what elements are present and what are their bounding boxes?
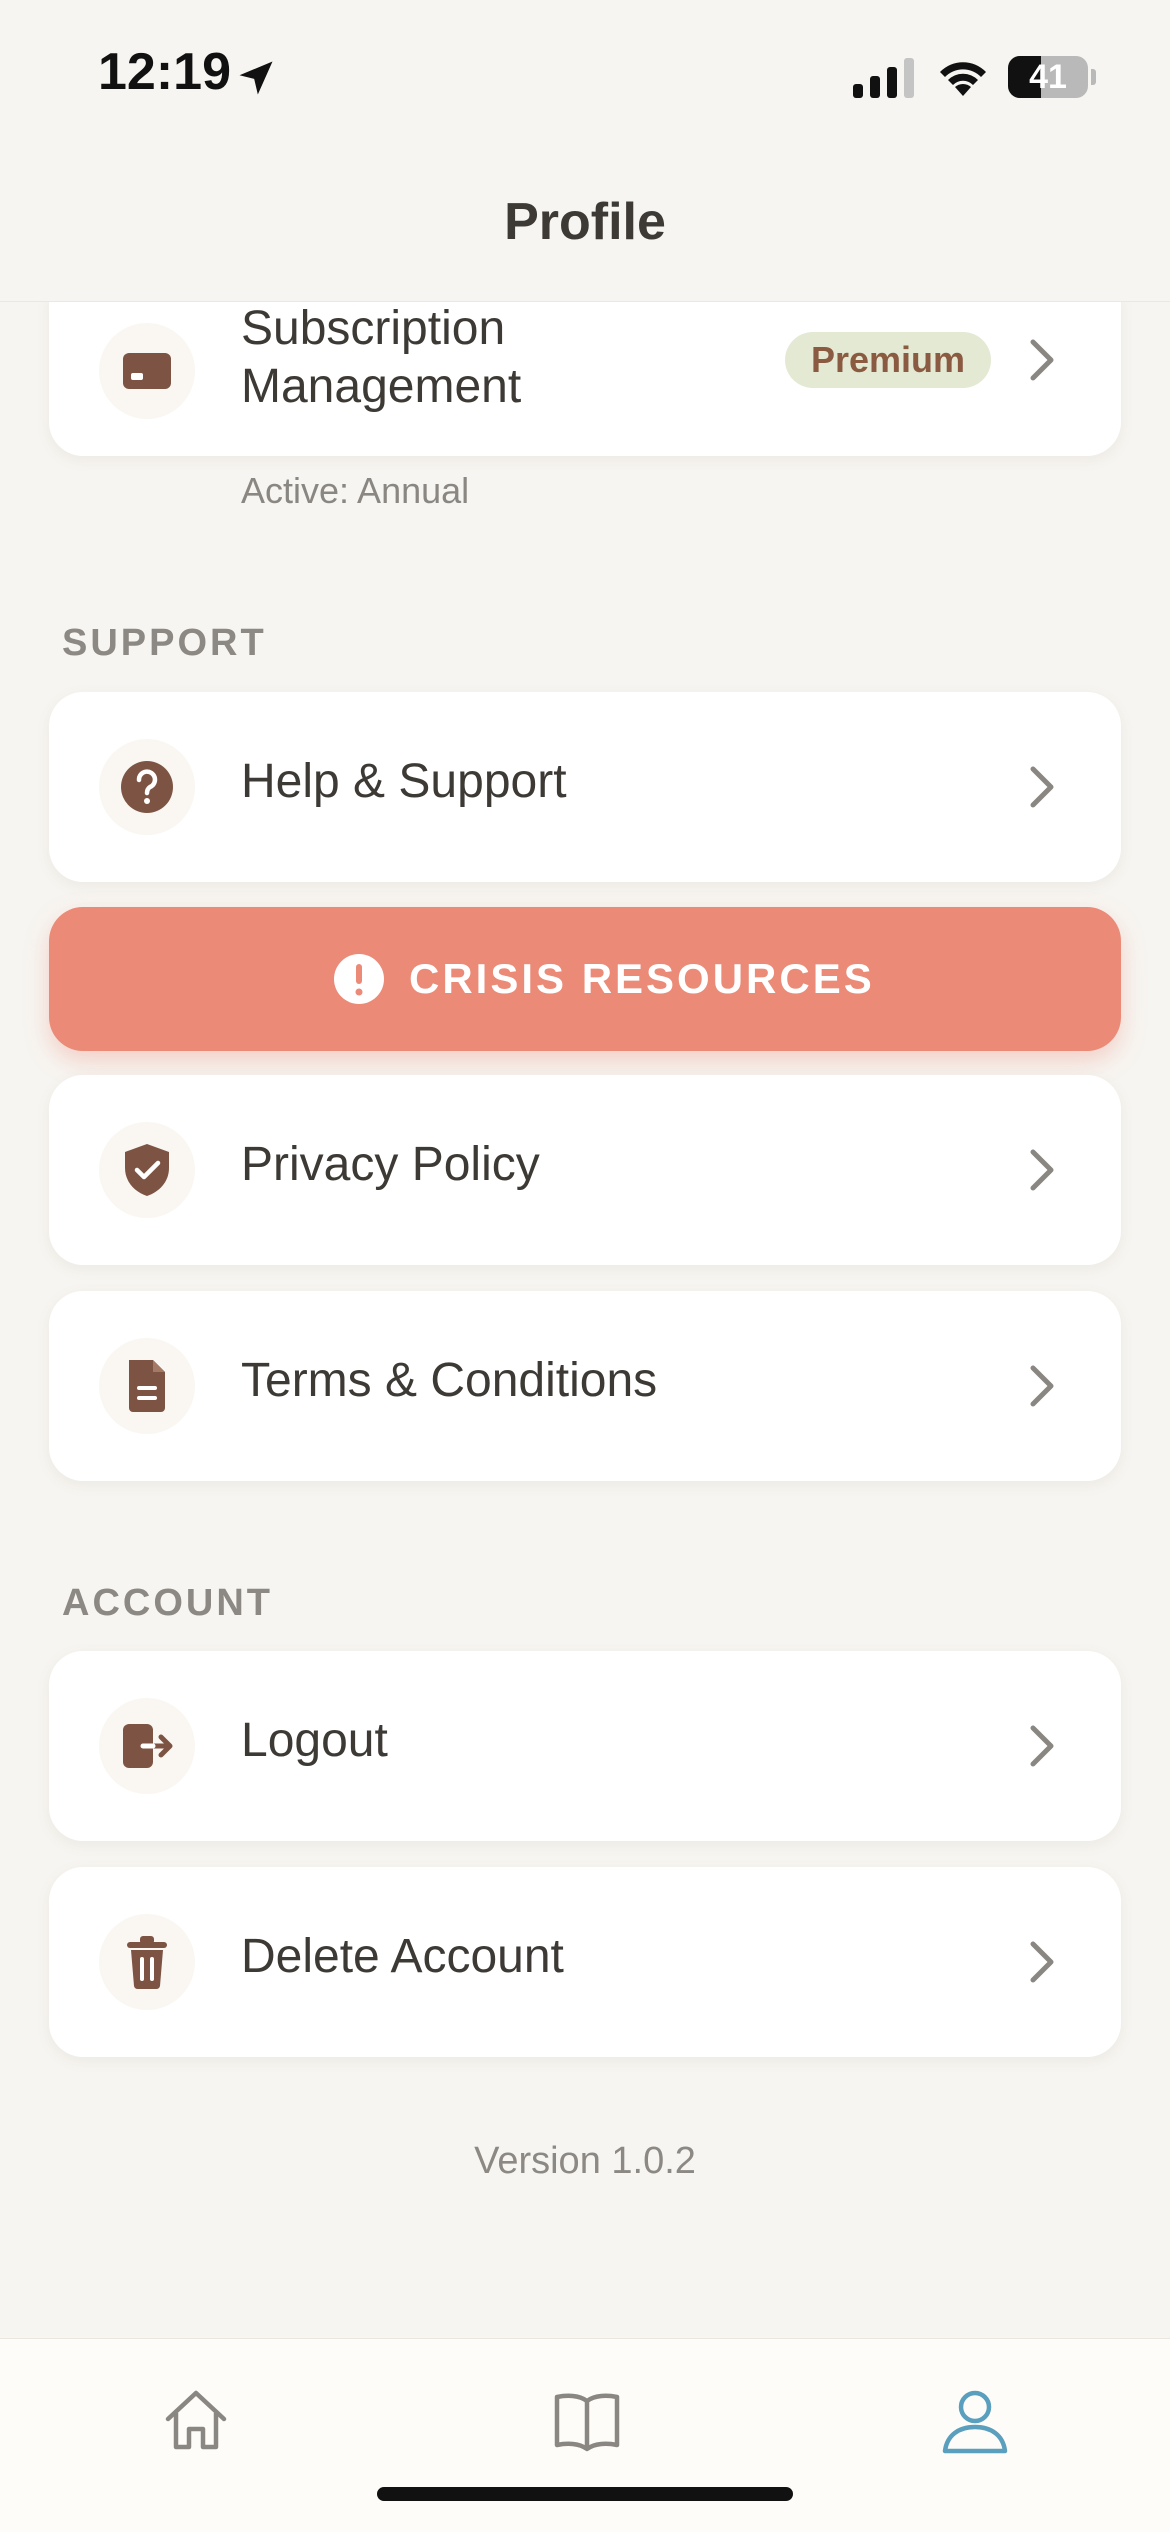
premium-badge: Premium — [785, 332, 992, 388]
subscription-icon-wrap — [99, 323, 195, 419]
user-icon — [942, 2390, 1008, 2454]
tab-home[interactable] — [134, 2359, 254, 2479]
chevron-right-icon — [1030, 1725, 1054, 1767]
status-time: 12:19 — [98, 43, 231, 101]
wifi-icon — [940, 62, 986, 96]
tab-bar — [0, 2338, 1170, 2532]
privacy-policy-item[interactable]: Privacy Policy — [49, 1075, 1121, 1265]
chevron-right-icon — [1030, 766, 1054, 808]
section-label-account: ACCOUNT — [62, 1582, 273, 1624]
alert-circle-icon — [334, 954, 384, 1004]
document-icon — [129, 1360, 165, 1412]
chevron-right-icon — [1030, 1149, 1054, 1191]
subscription-label: Subscription Management — [241, 302, 522, 413]
home-indicator — [377, 2487, 793, 2501]
page-title: Profile — [504, 193, 666, 251]
logout-label: Logout — [241, 1714, 388, 1767]
crisis-resources-button[interactable]: CRISIS RESOURCES — [49, 907, 1121, 1051]
chevron-right-icon — [1030, 1365, 1054, 1407]
chevron-right-icon — [1030, 1941, 1054, 1983]
app-version: Version 1.0.2 — [474, 2140, 696, 2182]
help-support-label: Help & Support — [241, 755, 567, 808]
delete-account-label: Delete Account — [241, 1930, 564, 1983]
shield-check-icon — [125, 1144, 169, 1196]
trash-icon — [127, 1936, 167, 1990]
battery-icon: 41 — [1008, 56, 1096, 98]
cellular-signal-icon — [853, 58, 914, 98]
location-arrow-icon — [239, 61, 273, 95]
terms-conditions-item[interactable]: Terms & Conditions — [49, 1291, 1121, 1481]
credit-card-icon — [123, 353, 171, 389]
status-bar: 12:19 41 — [0, 0, 1170, 150]
subscription-management-item[interactable]: Subscription Management Premium — [49, 296, 1121, 456]
book-icon — [554, 2393, 620, 2452]
tab-library[interactable] — [525, 2359, 645, 2479]
crisis-resources-label: CRISIS RESOURCES — [409, 955, 875, 1002]
delete-account-item[interactable]: Delete Account — [49, 1867, 1121, 2057]
chevron-right-icon — [1030, 339, 1054, 381]
logout-icon — [123, 1724, 173, 1768]
header: Profile — [0, 150, 1170, 302]
home-icon — [165, 2390, 227, 2450]
privacy-policy-label: Privacy Policy — [241, 1138, 540, 1191]
question-circle-icon — [121, 761, 173, 813]
terms-conditions-label: Terms & Conditions — [241, 1354, 658, 1407]
logout-item[interactable]: Logout — [49, 1651, 1121, 1841]
profile-screen: 12:19 41 Subscription Management Premium… — [0, 0, 1170, 2532]
tab-profile[interactable] — [913, 2359, 1033, 2479]
subscription-note: Active: Annual — [241, 470, 470, 511]
battery-level: 41 — [1029, 58, 1067, 96]
help-support-item[interactable]: Help & Support — [49, 692, 1121, 882]
section-label-support: SUPPORT — [62, 622, 267, 664]
